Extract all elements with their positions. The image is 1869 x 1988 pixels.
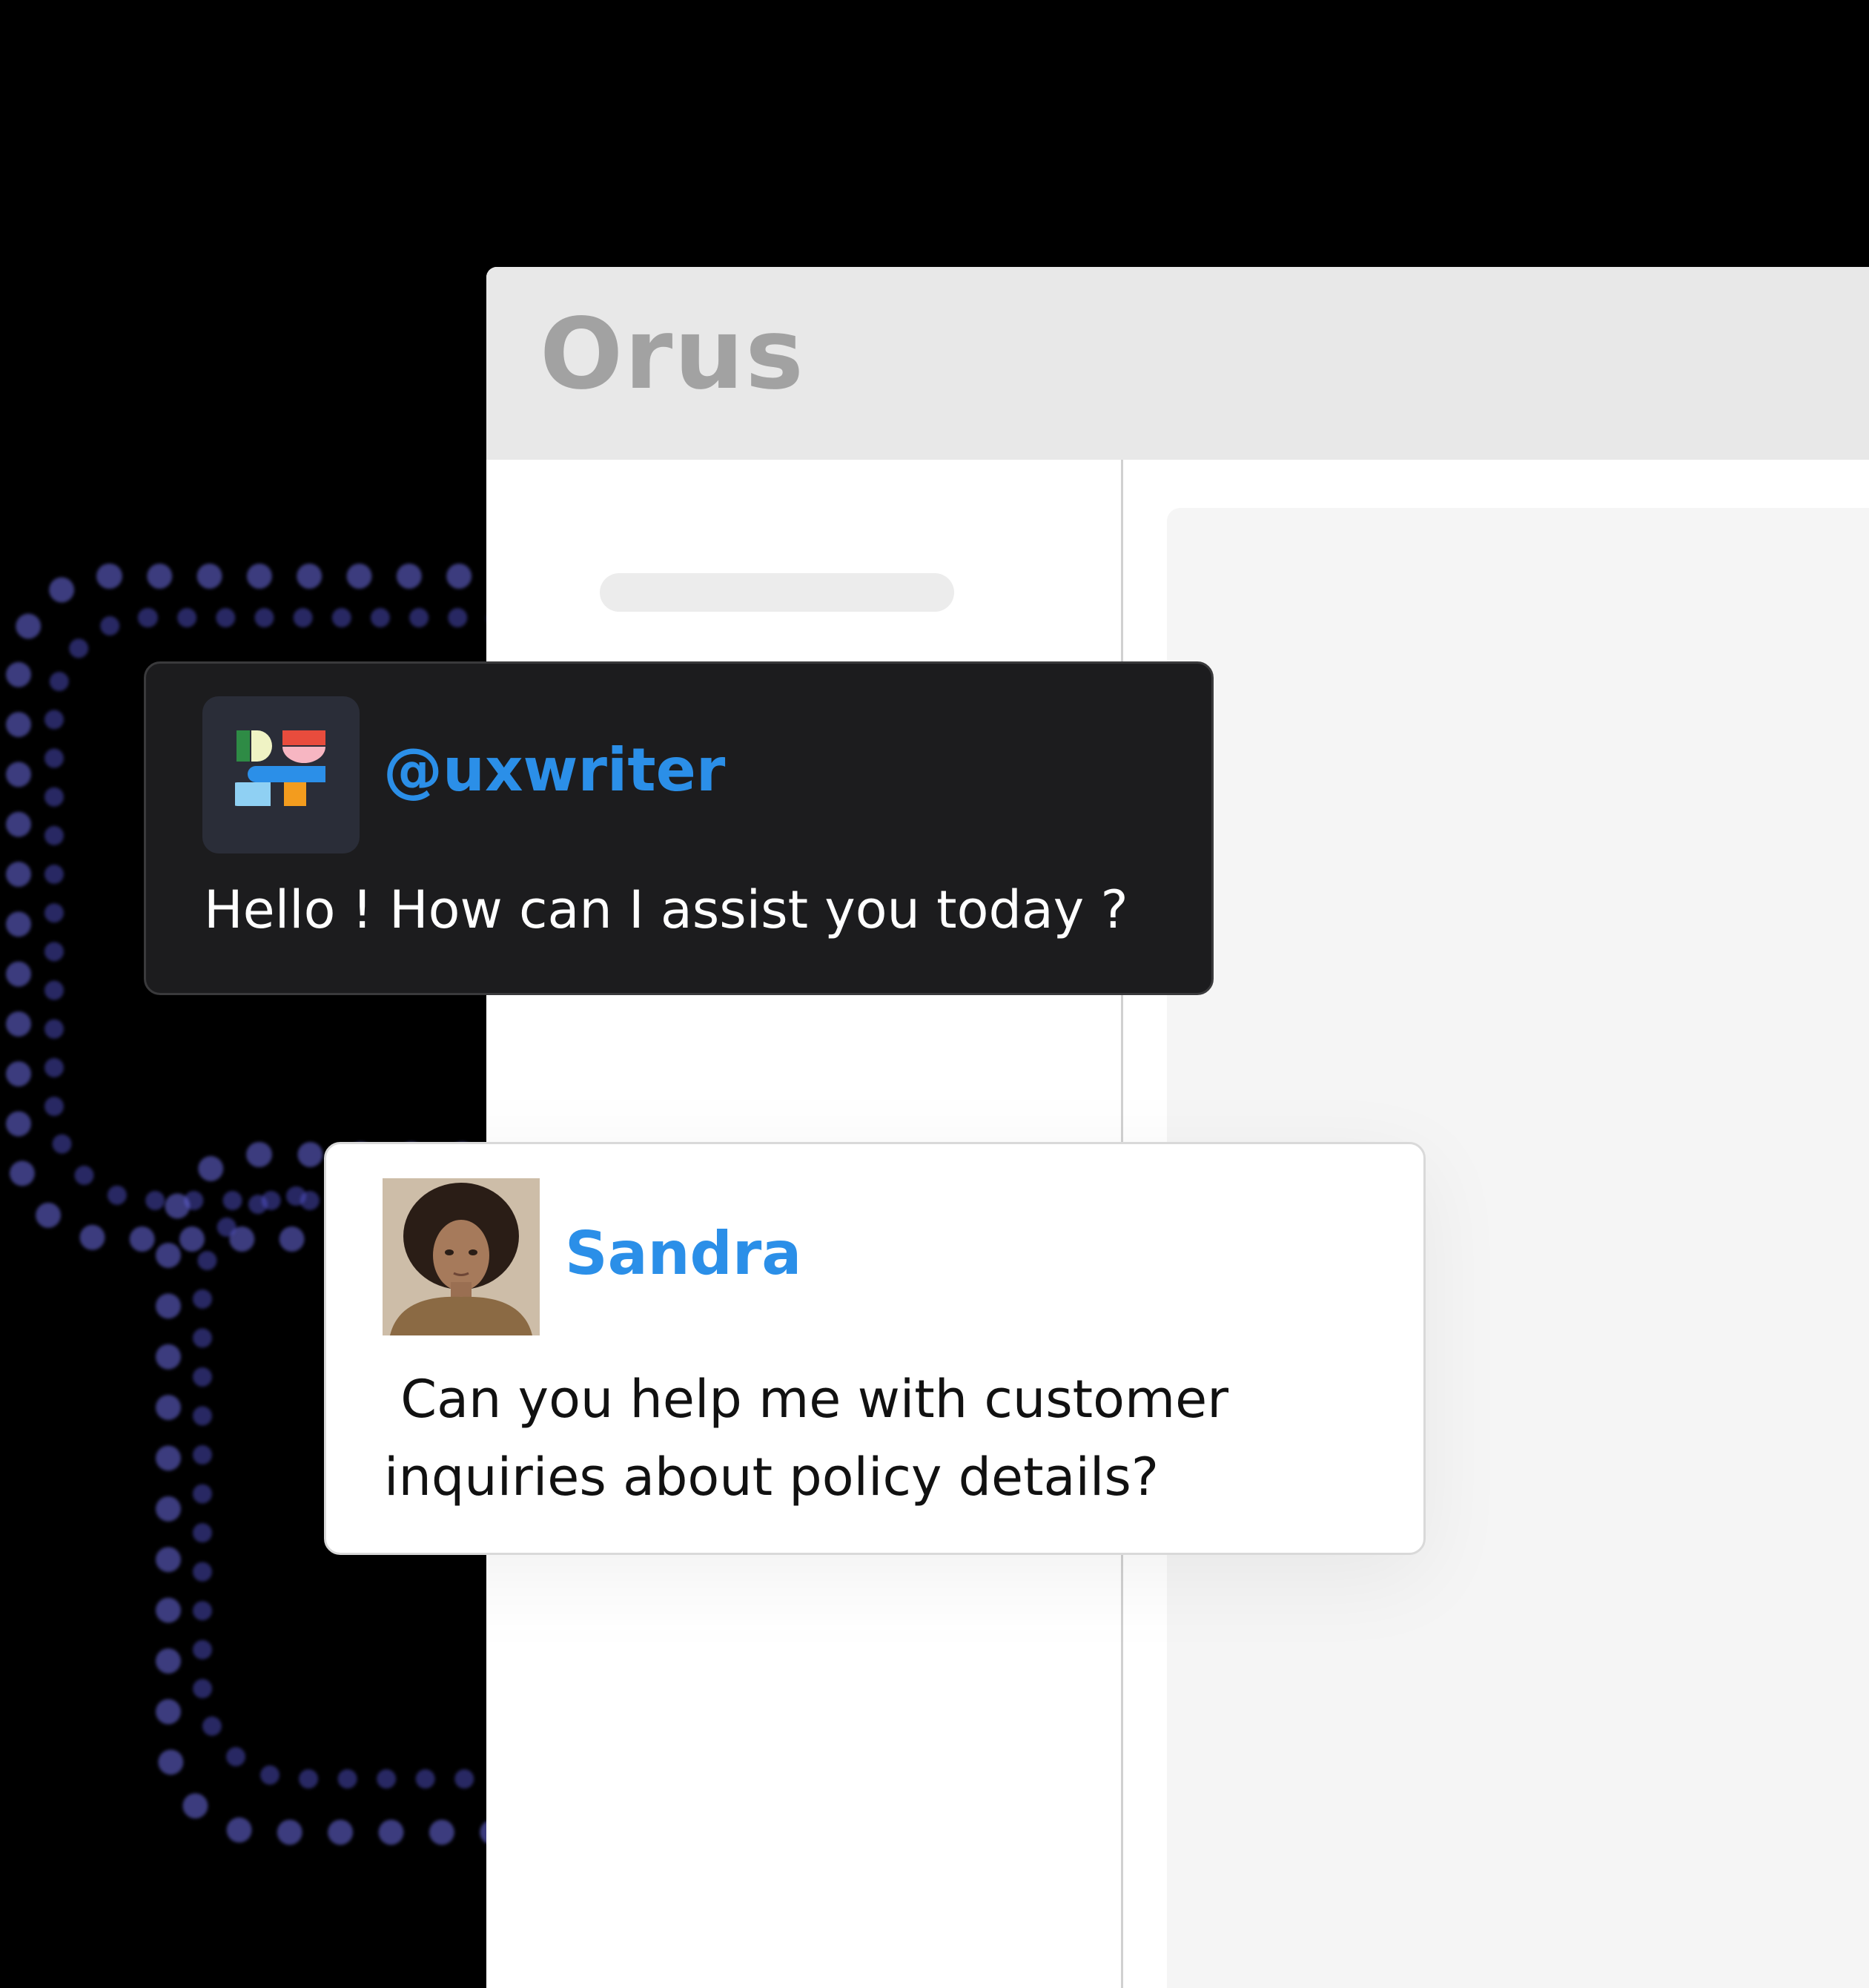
uxwriter-logo-icon bbox=[202, 696, 360, 853]
app-title: Orus bbox=[540, 297, 805, 412]
bot-handle[interactable]: @uxwriter bbox=[383, 741, 725, 800]
app-window: Orus bbox=[486, 267, 1869, 1988]
sidebar-search-placeholder[interactable] bbox=[600, 573, 954, 612]
bot-message-card: @uxwriter Hello ! How can I assist you t… bbox=[144, 661, 1214, 995]
user-message-card: Sandra Can you help me with customer inq… bbox=[324, 1142, 1426, 1555]
user-name[interactable]: Sandra bbox=[565, 1224, 801, 1284]
user-message-text: Can you help me with customer inquiries … bbox=[384, 1369, 1228, 1507]
title-bar: Orus bbox=[486, 267, 1869, 460]
stage: Orus @uxwriter Hello ! How can I assist … bbox=[0, 0, 1869, 1988]
bot-message-text: Hello ! How can I assist you today ? bbox=[204, 879, 1128, 940]
avatar bbox=[383, 1178, 540, 1335]
